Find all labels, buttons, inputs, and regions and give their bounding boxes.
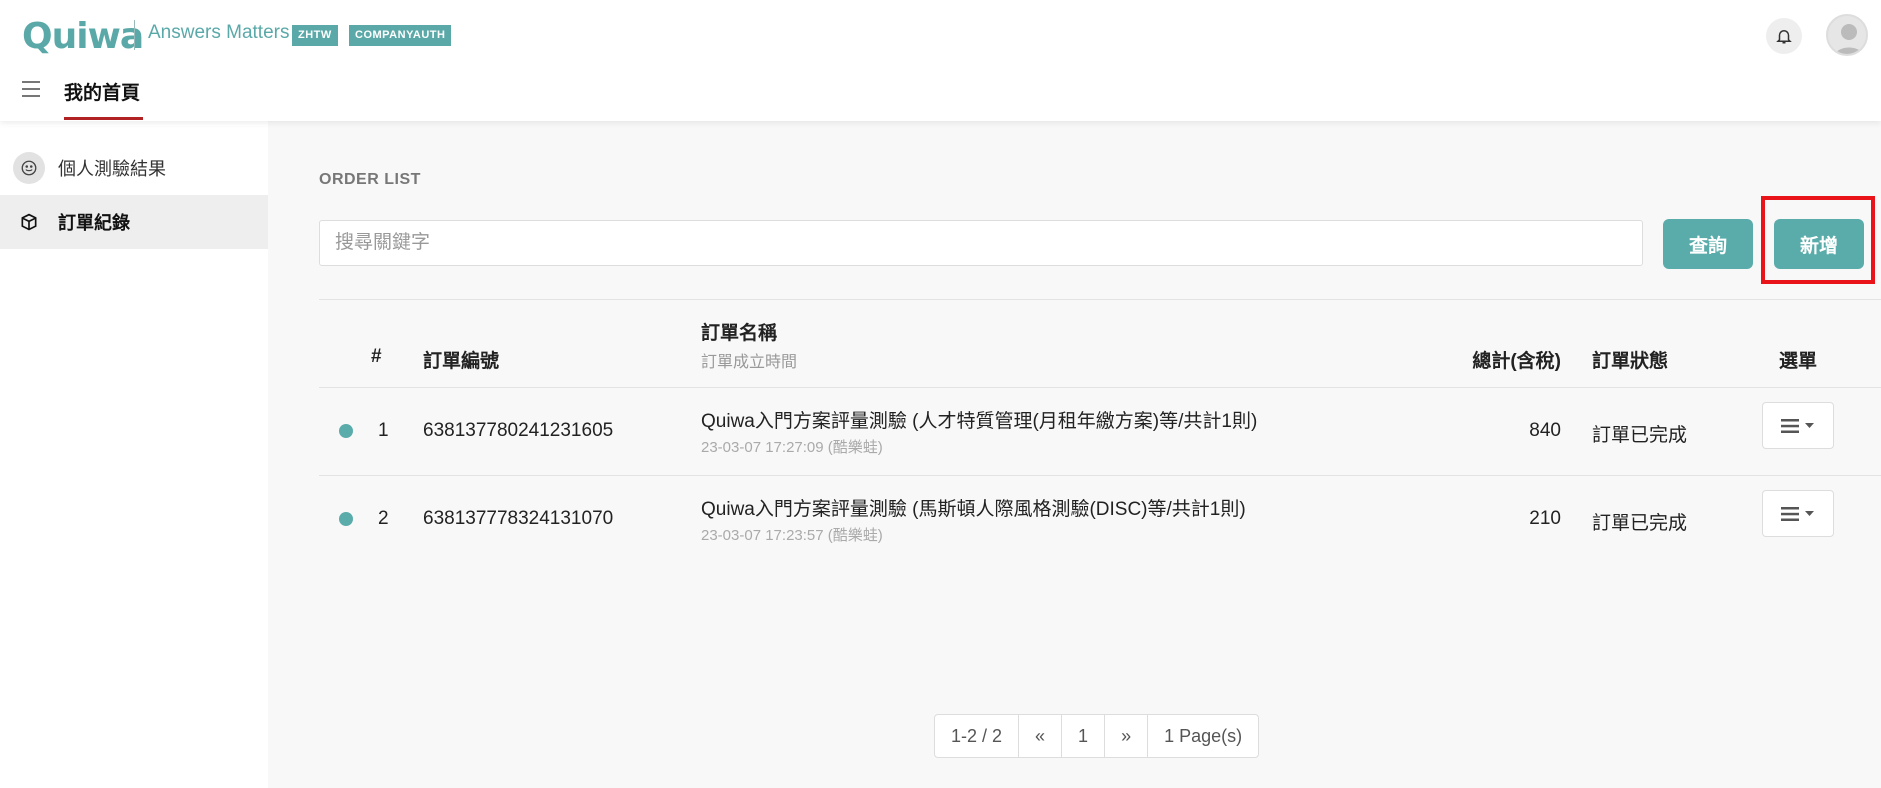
status-dot bbox=[339, 512, 353, 526]
menu-toggle-icon[interactable] bbox=[22, 81, 40, 102]
page-title: ORDER LIST bbox=[319, 171, 421, 188]
pagination-page-1[interactable]: 1 bbox=[1062, 715, 1106, 757]
order-status: 訂單已完成 bbox=[1592, 425, 1688, 446]
column-header-order-time: 訂單成立時間 bbox=[701, 354, 798, 371]
quiwa-logo[interactable]: Quiwa bbox=[22, 16, 144, 57]
column-header-menu: 選單 bbox=[1779, 351, 1818, 372]
sidebar: 個人測驗結果 訂單紀錄 bbox=[0, 121, 268, 788]
sidebar-item-orders[interactable]: 訂單紀錄 bbox=[0, 195, 268, 249]
row-divider bbox=[319, 387, 1881, 388]
box-icon bbox=[13, 206, 45, 238]
order-name: Quiwa入門方案評量測驗 (人才特質管理(月租年繳方案)等/共計1則) bbox=[701, 411, 1258, 432]
order-status: 訂單已完成 bbox=[1592, 513, 1688, 534]
logo-divider bbox=[134, 20, 135, 50]
column-header-status: 訂單狀態 bbox=[1592, 351, 1669, 372]
order-time: 23-03-07 17:27:09 (酷樂蛙) bbox=[701, 439, 883, 456]
slogan: Answers Matters bbox=[148, 22, 290, 43]
pagination-range: 1-2 / 2 bbox=[935, 715, 1020, 757]
column-header-order-no: 訂單編號 bbox=[423, 351, 500, 372]
row-menu-button[interactable] bbox=[1762, 402, 1834, 449]
row-divider bbox=[319, 475, 1881, 476]
sidebar-item-personal-results[interactable]: 個人測驗結果 bbox=[0, 141, 268, 195]
pagination: 1-2 / 2 « 1 » 1 Page(s) bbox=[934, 714, 1260, 758]
top-header: Quiwa Answers Matters ZHTW COMPANYAUTH 我… bbox=[0, 0, 1881, 121]
order-total: 840 bbox=[1529, 420, 1561, 441]
row-index: 1 bbox=[378, 420, 389, 441]
order-total: 210 bbox=[1529, 508, 1561, 529]
language-badge: ZHTW bbox=[292, 25, 338, 46]
pagination-page-count: 1 Page(s) bbox=[1164, 726, 1243, 746]
notification-bell-icon[interactable] bbox=[1766, 18, 1802, 54]
sidebar-item-label: 個人測驗結果 bbox=[58, 159, 166, 179]
pagination-prev-button[interactable]: « bbox=[1019, 715, 1063, 757]
company-auth-badge: COMPANYAUTH bbox=[349, 25, 452, 46]
smiley-icon bbox=[13, 152, 45, 184]
sidebar-item-label: 訂單紀錄 bbox=[58, 213, 130, 233]
status-dot bbox=[339, 424, 353, 438]
column-header-index: # bbox=[371, 346, 382, 367]
query-button[interactable]: 查詢 bbox=[1663, 219, 1753, 269]
tab-home[interactable]: 我的首頁 bbox=[64, 78, 140, 105]
user-avatar[interactable] bbox=[1826, 14, 1868, 56]
order-number: 638137778324131070 bbox=[423, 508, 614, 529]
highlight-box bbox=[1761, 196, 1875, 284]
order-time: 23-03-07 17:23:57 (酷樂蛙) bbox=[701, 527, 883, 544]
search-input[interactable] bbox=[319, 220, 1643, 266]
order-name: Quiwa入門方案評量測驗 (馬斯頓人際風格測驗(DISC)等/共計1則) bbox=[701, 499, 1246, 520]
active-tab-indicator bbox=[64, 117, 143, 120]
row-menu-button[interactable] bbox=[1762, 490, 1834, 537]
column-header-order-name: 訂單名稱 bbox=[701, 323, 778, 344]
order-number: 638137780241231605 bbox=[423, 420, 614, 441]
pagination-next-button[interactable]: » bbox=[1105, 715, 1149, 757]
table-divider bbox=[319, 299, 1881, 300]
column-header-total: 總計(含稅) bbox=[1472, 351, 1561, 372]
row-index: 2 bbox=[378, 508, 389, 529]
list-dropdown-icon bbox=[1781, 418, 1814, 433]
list-dropdown-icon bbox=[1781, 506, 1814, 521]
